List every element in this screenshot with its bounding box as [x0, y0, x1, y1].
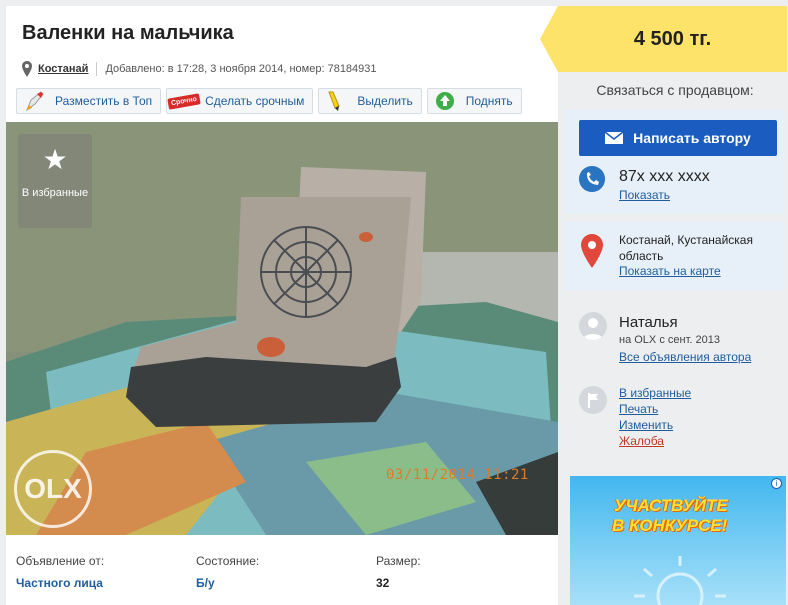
listing-title: Валенки на мальчика [22, 22, 234, 44]
map-marker-icon [581, 234, 603, 268]
contest-banner-ad[interactable]: УЧАСТВУЙТЕ В КОНКУРСЕ! i [570, 476, 786, 605]
location-text: Костанай, Кустанайская область [619, 233, 753, 263]
detail-label: Состояние: [196, 554, 260, 568]
make-urgent-button[interactable]: Срочно Сделать срочным [166, 88, 314, 114]
banner-line-2: В КОНКУРСЕ! [612, 516, 728, 535]
listing-photo[interactable]: ★ В избранные OLX 03/11/2014 11:21 [6, 122, 558, 535]
listing-card: Валенки на мальчика Костанай Добавлено: … [6, 6, 558, 605]
raise-label: Поднять [465, 94, 513, 108]
listing-price: 4 500 тг. [633, 27, 712, 50]
detail-condition: Состояние: Б/у [196, 554, 376, 590]
ad-info-icon[interactable]: i [771, 478, 782, 489]
seller-avatar [579, 312, 607, 340]
write-author-label: Написать автору [633, 130, 751, 146]
edit-link[interactable]: Изменить [619, 418, 673, 432]
envelope-icon [605, 132, 624, 144]
ad-tools: В избранные Печать Изменить Жалоба [565, 380, 785, 460]
page: Валенки на мальчика Костанай Добавлено: … [0, 0, 788, 605]
highlight-label: Выделить [357, 94, 413, 108]
detail-value-link[interactable]: Б/у [196, 576, 376, 590]
detail-label: Размер: [376, 554, 421, 568]
promote-top-button[interactable]: Разместить в Топ [16, 88, 162, 114]
detail-value-link[interactable]: Частного лица [16, 576, 196, 590]
listing-city-link[interactable]: Костанай [38, 63, 88, 75]
olx-watermark-logo: OLX [14, 450, 92, 528]
star-icon: ★ [42, 144, 68, 175]
promote-top-label: Разместить в Топ [55, 94, 153, 108]
up-arrow-icon [435, 92, 454, 110]
location-box: Костанай, Кустанайская область Показать … [565, 222, 785, 290]
phone-number: 87x xxx xxxx [619, 168, 710, 185]
seller-name: Наталья [619, 314, 678, 331]
favorites-overlay-label: В избранные [21, 187, 89, 199]
add-to-favorites-overlay[interactable]: ★ В избранные [18, 134, 92, 228]
meta-divider [96, 62, 98, 76]
contact-seller-heading: Связаться с продавцом: [596, 82, 754, 98]
seller-all-ads-link[interactable]: Все объявления автора [619, 350, 751, 364]
detail-value: 32 [376, 576, 390, 590]
show-on-map-link[interactable]: Показать на карте [619, 264, 721, 278]
make-urgent-label: Сделать срочным [205, 94, 305, 108]
seller-since: на OLX с сент. 2013 [619, 334, 720, 346]
flag-icon [579, 386, 607, 414]
listing-added-info: Добавлено: в 17:28, 3 ноября 2014, номер… [105, 63, 377, 75]
raise-button[interactable]: Поднять [426, 88, 522, 114]
listing-meta: Костанай Добавлено: в 17:28, 3 ноября 20… [22, 60, 377, 78]
rocket-icon [25, 91, 44, 112]
banner-line-1: УЧАСТВУЙТЕ [614, 496, 728, 515]
urgent-badge: Срочно [167, 92, 201, 110]
complaint-link[interactable]: Жалоба [619, 434, 664, 448]
phone-icon [579, 166, 605, 192]
contact-box: Написать автору 87x xxx xxxx Показать [565, 110, 785, 214]
seller-block: Наталья на OLX с сент. 2013 Все объявлен… [565, 300, 785, 370]
promo-actions: Разместить в Топ Срочно Сделать срочным … [16, 88, 522, 114]
listing-details: Объявление от: Частного лица Состояние: … [16, 554, 556, 590]
highlight-button[interactable]: Выделить [318, 88, 422, 114]
urgent-icon: Срочно [167, 90, 201, 112]
print-link[interactable]: Печать [619, 402, 658, 416]
show-phone-link[interactable]: Показать [619, 188, 670, 202]
user-icon [583, 318, 603, 340]
detail-label: Объявление от: [16, 554, 105, 568]
detail-offer-from: Объявление от: Частного лица [16, 554, 196, 590]
price-tag: 4 500 тг. [540, 6, 787, 72]
add-favorite-link[interactable]: В избранные [619, 386, 691, 400]
photo-timestamp: 03/11/2014 11:21 [386, 467, 529, 483]
write-author-button[interactable]: Написать автору [579, 120, 777, 156]
detail-size: Размер: 32 [376, 554, 556, 590]
highlight-pen-icon [328, 91, 341, 111]
location-pin-icon [22, 61, 32, 77]
